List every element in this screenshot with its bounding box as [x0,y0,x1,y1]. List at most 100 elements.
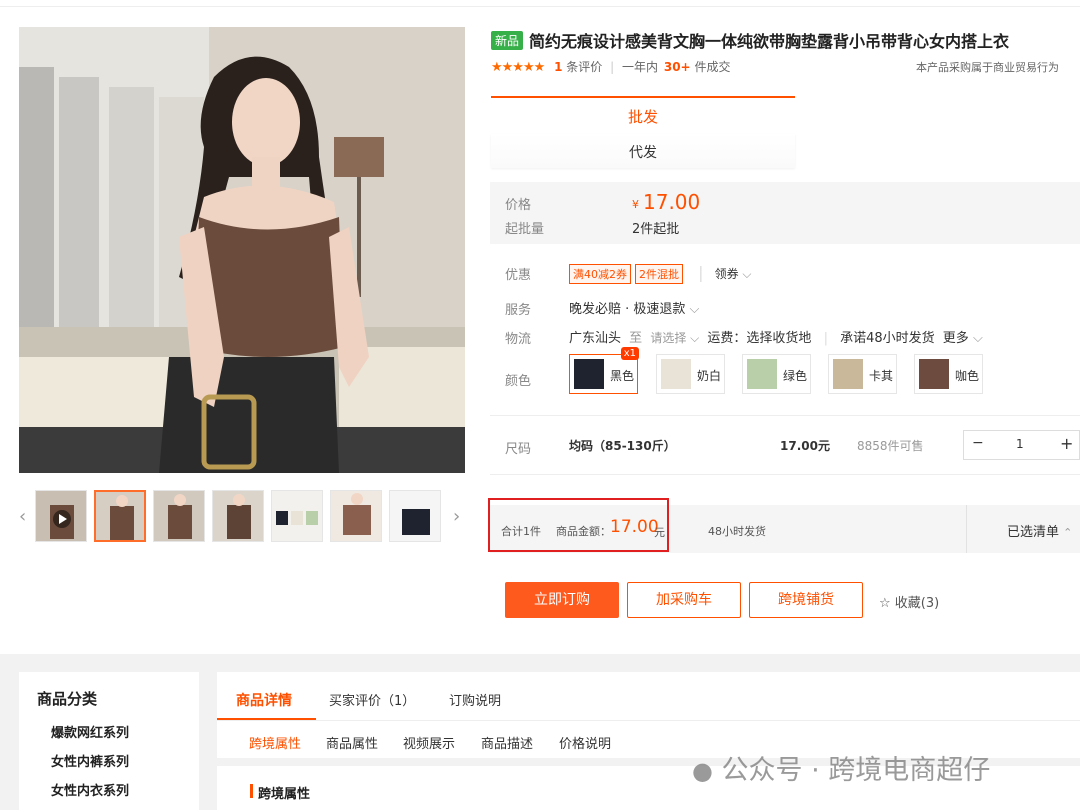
subtab-attributes[interactable]: 商品属性 [326,733,378,752]
chevron-down-icon: ⌵ [742,267,752,281]
chevron-down-icon: ⌵ [689,302,700,317]
chevron-down-icon: ⌵ [972,331,983,346]
watermark-text: 公众号 · 跨境电商超仔 [721,755,991,786]
product-photo [19,27,465,473]
color-swatch [747,359,777,389]
promo-label: 优惠 [505,268,532,283]
currency-symbol: ¥ [632,198,639,211]
new-tag: 新品 [491,31,524,50]
product-title: 新品 简约无痕设计感美背文胸一体纯欲带胸垫露背小吊带背心女内搭上衣 [491,28,1080,51]
add-to-cart-button[interactable]: 加采购车 [627,582,741,618]
top-divider [0,6,1080,7]
thumbnail-strip: ‹ › [19,488,465,544]
service-label: 服务 [505,303,532,318]
divider [217,720,1080,721]
category-item[interactable]: 女性内衣系列 [51,780,129,799]
watermark: ● 公众号 · 跨境电商超仔 [692,748,990,787]
trade-statement: 本产品采购属于商业贸易行为 [916,61,1059,74]
color-swatch [661,359,691,389]
thumbnail[interactable] [153,490,205,542]
cross-border-button[interactable]: 跨境铺货 [749,582,863,618]
color-name: 卡其 [869,369,894,383]
color-option-white[interactable]: 奶白 [656,354,725,394]
thumb-next-icon[interactable]: › [453,506,460,527]
favorite-label: 收藏(3) [894,596,940,611]
color-name: 黑色 [610,369,635,383]
color-option-green[interactable]: 绿色 [742,354,811,394]
quantity-input[interactable]: 1 [1016,437,1024,451]
destination-select[interactable]: 请选择 ⌵ [650,331,699,345]
chevron-down-icon: ⌵ [690,331,700,345]
divider: | [610,60,615,74]
coupon-tag[interactable]: 2件混批 [635,264,683,284]
thumbnail[interactable] [389,490,441,542]
section-title: 跨境属性 [258,787,311,802]
main-product-image[interactable] [19,27,465,473]
stock-count: 8858件可售 [857,439,924,453]
active-tab-indicator [491,96,795,98]
ship-promise: 承诺48小时发货 [840,331,935,346]
tab-dropship[interactable]: 代发 [491,134,795,168]
logistics-row: 广东汕头 至 请选择 ⌵ 运费：选择收货地 | 承诺48小时发货 更多 ⌵ [569,327,983,346]
logistics-label: 物流 [505,332,532,347]
sales-period: 一年内 [622,60,659,74]
rating-row: ★★★★★ 1 条评价 | 一年内 30+ 件成交 [491,58,730,75]
star-outline-icon: ☆ [879,596,891,611]
color-name: 咖色 [955,369,980,383]
subtab-description[interactable]: 商品描述 [481,733,533,752]
get-coupon-link[interactable]: 领券 ⌵ [715,267,752,281]
color-name: 绿色 [783,369,808,383]
highlight-box [488,498,669,552]
color-swatch [919,359,949,389]
review-count[interactable]: 1 [554,60,562,74]
divider: | [698,263,704,282]
category-item[interactable]: 爆款网红系列 [51,722,129,741]
detail-panel: 商品详情 买家评价（1） 订购说明 跨境属性 商品属性 视频展示 商品描述 价格… [217,672,1080,810]
color-option-brown[interactable]: 咖色 [914,354,983,394]
thumbnail-video[interactable] [35,490,87,542]
color-option-black[interactable]: 黑色 x1 [569,347,639,394]
tab-order-notes[interactable]: 订购说明 [449,690,501,709]
divider [966,505,967,553]
ship-time: 48小时发货 [708,525,766,538]
buy-now-button[interactable]: 立即订购 [505,582,619,618]
color-label: 颜色 [505,374,532,389]
size-value: 均码（85-130斤） [569,439,676,453]
color-name: 奶白 [697,369,722,383]
more-logistics[interactable]: 更多 ⌵ [943,331,983,346]
tab-reviews[interactable]: 买家评价（1） [329,690,415,709]
product-title-text: 简约无痕设计感美背文胸一体纯欲带胸垫露背小吊带背心女内搭上衣 [529,32,1010,51]
size-label: 尺码 [505,442,532,457]
minus-button[interactable]: − [972,435,984,451]
thumbnail[interactable] [271,490,323,542]
moq-value: 2件起批 [632,222,680,237]
coupon-tag[interactable]: 满40减2券 [569,264,631,284]
price-label: 价格 [505,198,532,213]
tab-wholesale[interactable]: 批发 [491,106,795,127]
size-price: 17.00元 [780,439,830,453]
shipping-fee: 运费：选择收货地 [707,331,812,346]
thumbnail-selected[interactable] [94,490,146,542]
subtab-video[interactable]: 视频展示 [403,733,455,752]
thumb-prev-icon[interactable]: ‹ [19,506,26,527]
tab-product-detail[interactable]: 商品详情 [236,690,292,710]
service-value[interactable]: 晚发必赔 · 极速退款 ⌵ [569,298,699,317]
review-unit[interactable]: 条评价 [566,60,602,74]
to-label: 至 [629,331,643,346]
favorite-button[interactable]: ☆ 收藏(3) [879,592,939,611]
category-title: 商品分类 [37,690,98,708]
thumbnail[interactable] [330,490,382,542]
subtab-cross-border[interactable]: 跨境属性 [249,733,301,752]
selected-count-badge: x1 [620,347,639,360]
subtab-price-notes[interactable]: 价格说明 [559,733,611,752]
selected-list-toggle[interactable]: 已选清单 ⌃ [1007,521,1072,540]
color-swatch [833,359,863,389]
thumbnail[interactable] [212,490,264,542]
wechat-icon: ● [692,757,713,785]
category-item[interactable]: 女性内裤系列 [51,751,129,770]
plus-button[interactable]: + [1060,434,1073,453]
chevron-up-icon: ⌃ [1063,526,1073,539]
color-option-khaki[interactable]: 卡其 [828,354,897,394]
category-panel: 商品分类 爆款网红系列 女性内裤系列 女性内衣系列 [19,672,199,810]
quantity-stepper: − 1 + [963,430,1080,460]
